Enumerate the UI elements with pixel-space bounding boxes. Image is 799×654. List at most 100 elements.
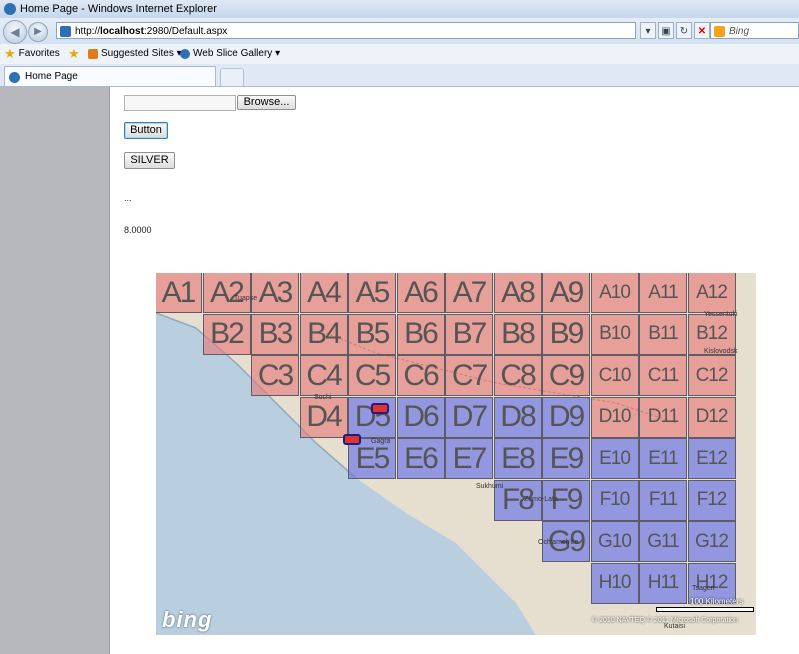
web-slice-gallery-link[interactable]: Web Slice Gallery ▾ xyxy=(180,44,280,64)
grid-cell-d7[interactable]: D7 xyxy=(445,396,493,438)
map-marker[interactable] xyxy=(371,403,389,414)
grid-cell-d12[interactable]: D12 xyxy=(687,396,736,438)
grid-cell-g11[interactable]: G11 xyxy=(639,521,687,562)
grid-cell-a9[interactable]: A9 xyxy=(542,273,590,313)
grid-cell-c6[interactable]: C6 xyxy=(396,355,445,396)
grid-cell-e10[interactable]: E10 xyxy=(590,438,639,479)
grid-cell-c9[interactable]: C9 xyxy=(542,355,590,396)
tab-home-page[interactable]: Home Page xyxy=(4,66,216,86)
bing-map[interactable]: A1 A2 A3 A4 A5 A6 A7 A8 A9 A10 A11 A12 B2 B3 B4 B5 B6 B7 B… xyxy=(156,273,756,635)
add-favorite-icon: ★ xyxy=(68,46,80,61)
grid-cell-c12[interactable]: C12 xyxy=(687,355,736,396)
grid-cell-e12[interactable]: E12 xyxy=(687,438,736,479)
grid-cell-f10[interactable]: F10 xyxy=(590,479,639,521)
url-rest: :2980/Default.aspx xyxy=(143,26,228,37)
place-label: Tuapse xyxy=(234,295,258,302)
grid-cell-f12[interactable]: F12 xyxy=(687,479,736,521)
page-content: Browse... Button SILVER ... 8.0000 A1 A2 A… xyxy=(110,87,799,654)
grid-cell-a12[interactable]: A12 xyxy=(687,273,736,313)
grid-cell-c11[interactable]: C11 xyxy=(639,355,687,396)
place-label: Sukhumi xyxy=(476,483,504,490)
grid-cell-b6[interactable]: B6 xyxy=(396,313,445,355)
new-tab-button[interactable] xyxy=(220,68,244,87)
refresh-icon[interactable]: ↻ xyxy=(676,22,692,39)
grid-cell-b10[interactable]: B10 xyxy=(590,313,639,355)
grid-cell-h11[interactable]: H11 xyxy=(639,562,687,604)
dropdown-arrow-icon[interactable]: ▾ xyxy=(640,22,656,39)
suggested-sites-label: Suggested Sites ▾ xyxy=(101,48,182,59)
grid-cell-c8[interactable]: C8 xyxy=(493,355,542,396)
grid-cell-b4[interactable]: B4 xyxy=(299,313,348,355)
silver-button[interactable]: SILVER xyxy=(124,152,175,169)
favorites-label: Favorites xyxy=(18,48,60,59)
grid-cell-b8[interactable]: B8 xyxy=(493,313,542,355)
grid-cell-a6[interactable]: A6 xyxy=(396,273,445,313)
grid-cell-e8[interactable]: E8 xyxy=(493,438,542,479)
scale-label: 100 Kilometers xyxy=(690,597,744,606)
grid-cell-a1[interactable]: A1 xyxy=(156,273,202,313)
value-text: 8.0000 xyxy=(124,225,152,235)
bing-icon xyxy=(714,26,725,37)
suggested-sites-icon xyxy=(88,49,98,59)
grid-cell-a10[interactable]: A10 xyxy=(590,273,639,313)
grid-cell-d9[interactable]: D9 xyxy=(542,396,590,438)
place-label: Zemo-Lata xyxy=(524,496,558,503)
grid-cell-e11[interactable]: E11 xyxy=(639,438,687,479)
address-input[interactable]: http://localhost:2980/Default.aspx xyxy=(56,22,636,39)
file-path-input[interactable] xyxy=(124,95,236,111)
grid-cell-c10[interactable]: C10 xyxy=(590,355,639,396)
grid-cell-e7[interactable]: E7 xyxy=(445,438,493,479)
grid-cell-e9[interactable]: E9 xyxy=(542,438,590,479)
grid-cell-a4[interactable]: A4 xyxy=(299,273,348,313)
stop-icon[interactable]: ✕ xyxy=(694,22,710,39)
compatibility-view-icon[interactable]: ▣ xyxy=(658,22,674,39)
grid-cell-d8[interactable]: D8 xyxy=(493,396,542,438)
button[interactable]: Button xyxy=(124,122,168,139)
grid-cell-d6[interactable]: D6 xyxy=(396,396,445,438)
grid-cell-b7[interactable]: B7 xyxy=(445,313,493,355)
scale-bar xyxy=(656,607,754,612)
page-icon xyxy=(60,26,71,37)
back-button[interactable]: ◀ xyxy=(3,20,27,44)
grid-cell-b5[interactable]: B5 xyxy=(348,313,396,355)
grid-cell-d4[interactable]: D4 xyxy=(299,396,348,438)
grid-cell-a2[interactable]: A2 xyxy=(202,273,251,313)
ie-logo-icon xyxy=(4,3,16,15)
grid-cell-a11[interactable]: A11 xyxy=(639,273,687,313)
grid-cell-a5[interactable]: A5 xyxy=(348,273,396,313)
grid-cell-c5[interactable]: C5 xyxy=(348,355,396,396)
window-title: Home Page - Windows Internet Explorer xyxy=(20,3,217,15)
place-label: Sochi xyxy=(314,394,332,401)
address-tools: ▾ ▣ ↻ ✕ xyxy=(640,22,710,39)
grid-cell-a3[interactable]: A3 xyxy=(251,273,299,313)
tab-bar: Home Page ⌂ ▾ ▤ ▾ ✉ ▾ ⎙ ▾ xyxy=(0,64,799,141)
grid-cell-f11[interactable]: F11 xyxy=(639,479,687,521)
grid-cell-h10[interactable]: H10 xyxy=(590,562,639,604)
grid-cell-b3[interactable]: B3 xyxy=(251,313,299,355)
grid-cell-g12[interactable]: G12 xyxy=(687,521,736,562)
search-input[interactable]: Bing xyxy=(710,22,799,39)
bing-logo: bing xyxy=(162,607,213,632)
place-label: Och'amch'ire xyxy=(538,539,579,546)
grid-cell-b2[interactable]: B2 xyxy=(202,313,251,355)
window-titlebar: Home Page - Windows Internet Explorer xyxy=(0,0,799,19)
grid-cell-c7[interactable]: C7 xyxy=(445,355,493,396)
browse-button[interactable]: Browse... xyxy=(237,95,296,110)
grid-cell-a7[interactable]: A7 xyxy=(445,273,493,313)
grid-cell-c4[interactable]: C4 xyxy=(299,355,348,396)
grid-cell-b11[interactable]: B11 xyxy=(639,313,687,355)
favorites-button[interactable]: ★ Favorites xyxy=(4,44,60,64)
add-favorites-button[interactable]: ★ xyxy=(68,44,80,64)
web-slice-icon xyxy=(180,49,190,59)
map-marker[interactable] xyxy=(343,434,361,445)
grid-cell-d11[interactable]: D11 xyxy=(639,396,687,438)
grid-cell-c3[interactable]: C3 xyxy=(251,355,299,396)
grid-cell-g10[interactable]: G10 xyxy=(590,521,639,562)
suggested-sites-link[interactable]: Suggested Sites ▾ xyxy=(88,44,182,64)
search-placeholder: Bing xyxy=(729,26,750,37)
grid-cell-d10[interactable]: D10 xyxy=(590,396,639,438)
grid-cell-b9[interactable]: B9 xyxy=(542,313,590,355)
grid-cell-e6[interactable]: E6 xyxy=(396,438,445,479)
forward-button[interactable]: ▶ xyxy=(28,22,48,42)
grid-cell-a8[interactable]: A8 xyxy=(493,273,542,313)
